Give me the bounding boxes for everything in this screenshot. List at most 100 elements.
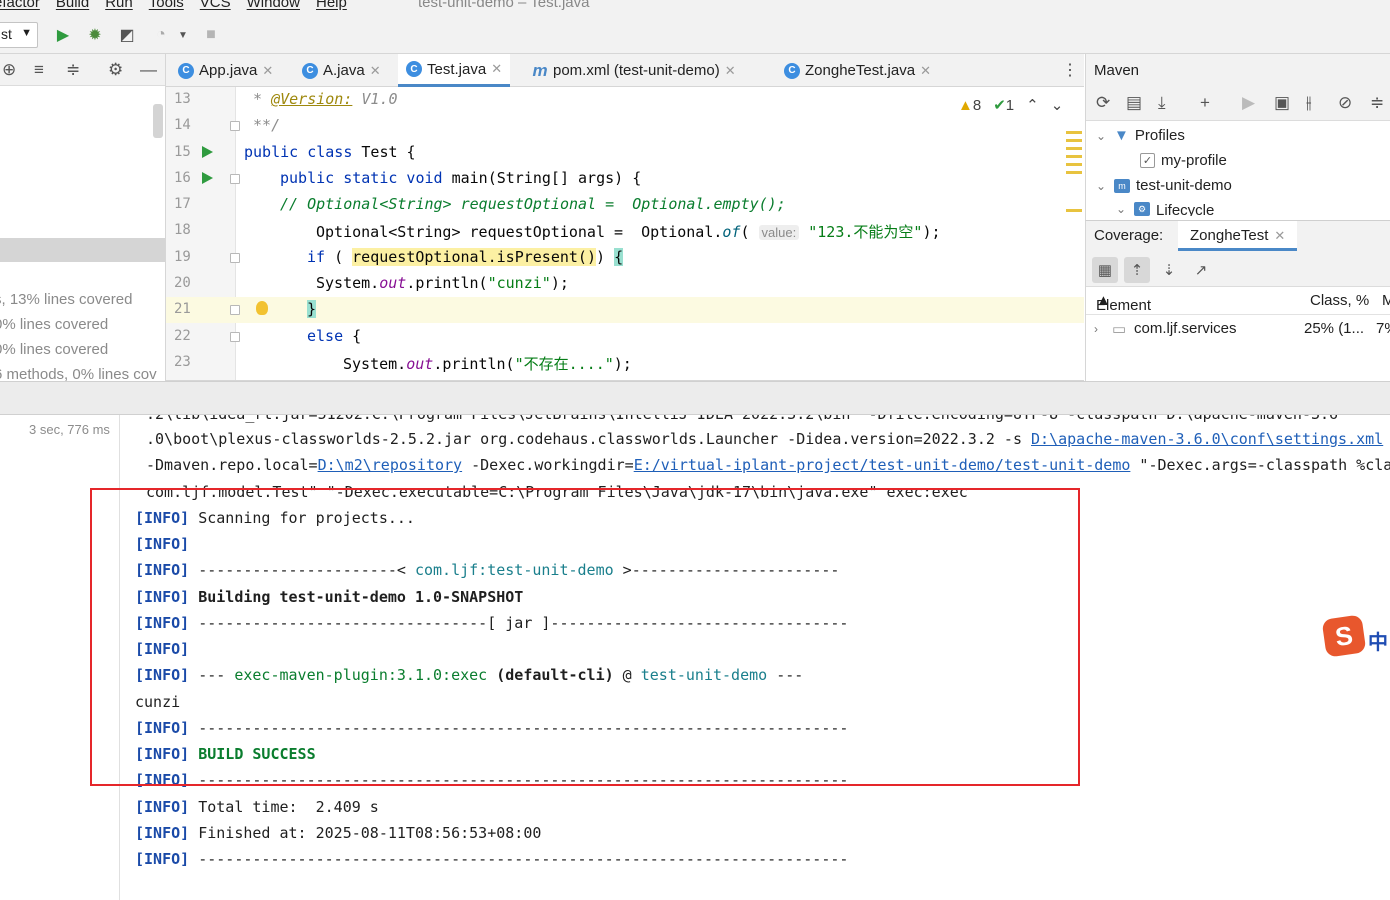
code-token: // Optional<String> requestOptional = Op… <box>280 195 786 213</box>
tab-label: ZongheTest <box>1190 227 1269 244</box>
tree-item-my-profile[interactable]: ✓ my-profile <box>1140 152 1227 169</box>
tree-label: my-profile <box>1161 152 1227 169</box>
navigate-down-icon[interactable]: ⇣ <box>1156 257 1182 283</box>
error-stripe-mark[interactable] <box>1066 209 1082 212</box>
tab-zonghetest-java[interactable]: C ZongheTest.java ✕ <box>776 54 939 87</box>
navigate-up-icon[interactable]: ⇡ <box>1124 257 1150 283</box>
menu-help[interactable]: Help <box>316 0 347 11</box>
reload-icon[interactable]: ⟳ <box>1096 93 1110 113</box>
debug-icon[interactable]: ✹ <box>84 24 106 46</box>
inspection-widget[interactable]: ▲8 ✔1 ⌃ ⌄ <box>958 96 1064 115</box>
more-tabs-icon[interactable]: ⋮ <box>1062 60 1078 80</box>
menu-run[interactable]: Run <box>105 0 133 11</box>
chevron-down-icon[interactable]: ▼ <box>172 24 194 46</box>
tree-item-project[interactable]: ⌄ m test-unit-demo <box>1096 177 1232 194</box>
menu-build[interactable]: Build <box>56 0 89 11</box>
run-icon[interactable]: ▶ <box>52 24 74 46</box>
run-coverage-icon[interactable]: ◩ <box>116 24 138 46</box>
column-class-pct[interactable]: Class, % <box>1310 292 1369 309</box>
error-stripe-mark[interactable] <box>1066 131 1082 134</box>
close-icon[interactable]: ✕ <box>262 63 273 79</box>
error-stripe-mark[interactable] <box>1066 163 1082 166</box>
skip-tests-icon[interactable]: ⊘ <box>1338 93 1352 113</box>
stop-icon[interactable]: ■ <box>200 24 222 46</box>
execute-goal-icon[interactable]: ▣ <box>1274 93 1290 113</box>
tab-app-java[interactable]: C App.java ✕ <box>170 54 281 87</box>
expand-all-icon[interactable]: ≡ <box>34 60 44 80</box>
run-icon[interactable]: ▶ <box>1242 93 1255 113</box>
tree-item-lifecycle[interactable]: ⌄ ⚙ Lifecycle <box>1116 202 1214 216</box>
error-stripe-mark[interactable] <box>1066 171 1082 174</box>
locate-icon[interactable]: ⊕ <box>2 60 16 80</box>
code-editor[interactable]: 13 * @Version: V1.0 14 **/ 15 public cla… <box>166 87 1084 381</box>
row-element: com.ljf.services <box>1134 320 1237 337</box>
add-icon[interactable]: + <box>1200 93 1210 113</box>
code-token: { <box>614 248 624 266</box>
highlight-box <box>90 488 1080 786</box>
ime-logo-icon[interactable]: S <box>1321 614 1367 658</box>
selected-tree-row[interactable] <box>0 238 165 262</box>
chevron-down-icon[interactable]: ⌄ <box>1051 96 1064 114</box>
scrollbar-thumb[interactable] <box>153 104 163 138</box>
fold-icon[interactable] <box>230 174 240 184</box>
fold-icon[interactable] <box>230 253 240 263</box>
close-icon[interactable]: ✕ <box>370 63 381 79</box>
minimize-icon[interactable]: — <box>140 60 157 80</box>
warning-count: 8 <box>972 96 982 114</box>
menu-vcs[interactable]: VCS <box>200 0 231 11</box>
code-token: ); <box>613 355 632 373</box>
console-line: [INFO] Finished at: 2025-08-11T08:56:53+… <box>135 824 542 842</box>
error-stripe-mark[interactable] <box>1066 139 1082 142</box>
export-icon[interactable]: ↗ <box>1188 257 1214 283</box>
repo-link[interactable]: D:\m2\repository <box>318 456 463 474</box>
code-token: } <box>307 300 317 318</box>
tab-a-java[interactable]: C A.java ✕ <box>294 54 389 87</box>
gear-icon[interactable]: ⚙ <box>108 60 123 80</box>
line-number: 21 <box>174 301 191 317</box>
settings-link[interactable]: D:\apache-maven-3.6.0\conf\settings.xml <box>1031 430 1383 448</box>
chevron-up-icon[interactable]: ⌃ <box>1026 96 1039 114</box>
download-icon[interactable]: ⤓ <box>1158 93 1166 113</box>
collapse-all-icon[interactable]: ≑ <box>1370 93 1384 113</box>
column-element[interactable]: Element ▲ <box>1096 292 1151 314</box>
fold-icon[interactable] <box>230 305 240 315</box>
workingdir-link[interactable]: E:/virtual-iplant-project/test-unit-demo… <box>634 456 1131 474</box>
close-icon[interactable]: ✕ <box>920 63 931 79</box>
column-method-pct[interactable]: M <box>1382 292 1390 309</box>
tab-test-java[interactable]: C Test.java ✕ <box>398 54 511 87</box>
profiler-icon[interactable]: ◔ <box>150 24 172 46</box>
close-icon[interactable]: ✕ <box>491 61 502 77</box>
tab-zonghetest-coverage[interactable]: ZongheTest ✕ <box>1178 221 1298 251</box>
menu-refactor[interactable]: efactor <box>0 0 40 11</box>
profiles-icon: ▼ <box>1114 127 1129 144</box>
close-icon[interactable]: ✕ <box>1274 228 1285 243</box>
tab-pom-xml[interactable]: m pom.xml (test-unit-demo) ✕ <box>524 54 744 87</box>
tree-item-profiles[interactable]: ⌄ ▼ Profiles <box>1096 127 1185 144</box>
collapse-all-icon[interactable]: ≑ <box>66 60 80 80</box>
coverage-summary-line: 6 methods, 0% lines cov <box>0 366 157 381</box>
ime-mode-indicator[interactable]: 中 <box>1368 626 1388 655</box>
code-token: ) <box>596 248 615 266</box>
code-token: requestOptional.isPresent() <box>352 248 596 266</box>
flatten-packages-icon[interactable]: ▦ <box>1092 257 1118 283</box>
code-token: public static void <box>280 169 443 187</box>
error-stripe-mark[interactable] <box>1066 147 1082 150</box>
run-gutter-icon[interactable] <box>202 172 213 184</box>
menu-window[interactable]: Window <box>247 0 300 11</box>
close-icon[interactable]: ✕ <box>725 63 736 79</box>
maven-project-icon: m <box>1114 178 1130 193</box>
error-stripe-mark[interactable] <box>1066 155 1082 158</box>
lightbulb-icon[interactable] <box>256 301 268 315</box>
checkbox-icon[interactable]: ✓ <box>1140 153 1155 168</box>
chevron-right-icon[interactable]: › <box>1094 322 1098 336</box>
run-gutter-icon[interactable] <box>202 146 213 158</box>
folder-icon[interactable]: ▤ <box>1126 93 1142 113</box>
toggle-offline-icon[interactable]: ⫲ <box>1306 93 1312 113</box>
run-config-select[interactable]: st ▼ <box>0 22 38 48</box>
fold-icon[interactable] <box>230 332 240 342</box>
code-line: 17 // Optional<String> requestOptional =… <box>166 192 1084 218</box>
fold-icon[interactable] <box>230 121 240 131</box>
menu-tools[interactable]: Tools <box>149 0 184 11</box>
main-toolbar: st ▼ ▶ ✹ ◩ ◔ ▼ ■ <box>0 14 1390 54</box>
table-row[interactable]: › ▭ com.ljf.services 25% (1... 7% <box>1086 317 1390 343</box>
